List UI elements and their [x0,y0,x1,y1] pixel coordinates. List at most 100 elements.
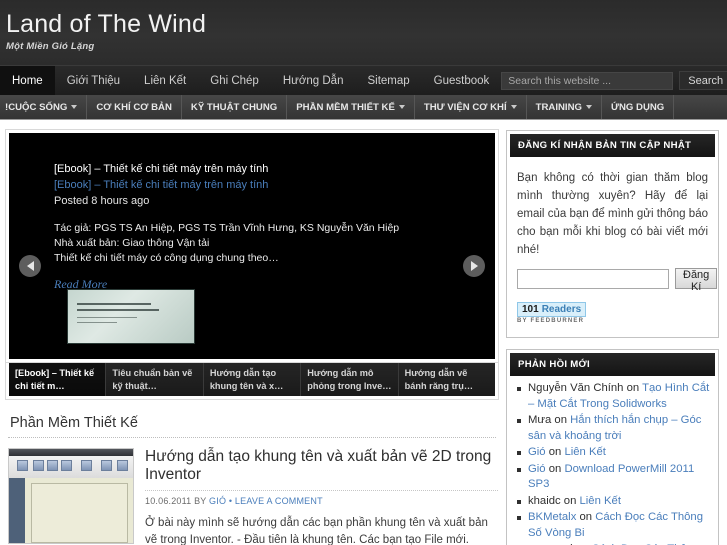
site-title[interactable]: Land of The Wind [6,9,727,39]
post-thumbnail[interactable] [8,448,134,544]
slide-title: [Ebook] – Thiết kế chi tiết máy trên máy… [54,163,269,175]
nav2-label-ky-thuat-chung: KỸ THUẬT CHUNG [190,101,278,113]
secondary-navigation: !CUỘC SỐNG CƠ KHÍ CƠ BẢN KỸ THUẬT CHUNG … [0,95,727,120]
widget-subscribe: ĐĂNG KÍ NHẬN BẢN TIN CẬP NHẬT Bạn không … [506,130,719,338]
post-title[interactable]: Hướng dẫn tạo khung tên và xuất bản vẽ 2… [145,448,498,484]
post-excerpt: Ở bài này mình sẽ hướng dẫn các bạn phần… [145,517,488,545]
nav2-item-co-khi-co-ban[interactable]: CƠ KHÍ CƠ BẢN [87,95,182,119]
subscribe-button[interactable]: Đăng Kí [675,268,718,293]
list-item: khaidc on Liên Kết [517,494,710,510]
slider-tab-1[interactable]: [Ebook] – Thiết kế chi tiết m… [9,362,107,396]
slider-tab-3[interactable]: Hướng dẫn tạo khung tên và x… [203,362,302,396]
comment-post-link[interactable]: Liên Kết [580,495,621,507]
sidebar: ĐĂNG KÍ NHẬN BẢN TIN CẬP NHẬT Bạn không … [506,130,719,545]
slider-prev-button[interactable] [19,255,41,277]
chevron-down-icon [510,105,517,109]
list-item: Nguyễn Văn Chính on Tạo Hình Cắt – Mặt C… [517,381,710,412]
slide-content: [Ebook] – Thiết kế chi tiết máy trên máy… [9,133,495,292]
post-item: Hướng dẫn tạo khung tên và xuất bản vẽ 2… [6,448,498,545]
post-comments-link[interactable]: LEAVE A COMMENT [235,496,323,506]
feedburner-count-box: 101 Readers [517,302,587,317]
comment-on-word: on [626,382,640,394]
chevron-down-icon [71,105,78,109]
comment-author: Nguyễn Văn Chính [528,382,624,394]
nav-item-lien-ket[interactable]: Liên Kết [132,66,198,95]
nav-item-guestbook[interactable]: Guestbook [422,66,502,95]
nav2-item-cuoc-song[interactable]: !CUỘC SỐNG [0,95,88,119]
nav-item-ghi-chep[interactable]: Ghi Chép [198,66,271,95]
subscribe-email-input[interactable] [517,268,669,289]
feedburner-badge[interactable]: 101 Readers BY FEEDBURNER [517,299,587,324]
comment-on-word: on [548,462,562,475]
slide-title-link[interactable]: [Ebook] – Thiết kế chi tiết máy trên máy… [54,177,495,193]
slider-tab-5[interactable]: Hướng dẫn vẽ bánh răng trụ… [398,362,496,396]
list-item: Gió on Download PowerMill 2011 SP3 [517,462,710,493]
comment-author: khaidc [528,494,561,507]
widget-subscribe-body: Bạn không có thời gian thăm blog mình th… [507,160,718,337]
comment-author[interactable]: Gió [528,446,546,458]
slider-next-button[interactable] [463,255,485,277]
post-author-link[interactable]: GIÓ [209,496,226,506]
slide-description-line: Thiết kế chi tiết máy có công dụng chung… [54,252,279,264]
nav2-label-ung-dung: ỨNG DỤNG [611,101,665,113]
comment-author[interactable]: Gió [528,463,546,475]
nav2-label-co-khi-co-ban: CƠ KHÍ CƠ BẢN [96,101,172,113]
page-wrapper: [Ebook] – Thiết kế chi tiết máy trên máy… [0,120,727,545]
widget-comments-title: PHẢN HỒI MỚI [510,353,715,376]
nav2-item-training[interactable]: TRAINING [527,95,602,119]
featured-slider: [Ebook] – Thiết kế chi tiết máy trên máy… [5,129,499,363]
chevron-left-icon [26,261,34,271]
comment-author: Mưa [528,414,552,426]
comment-author[interactable]: BKMetalx [528,511,576,523]
slider-tab-4[interactable]: Hướng dẫn mô phỏng trong Inve… [301,362,399,396]
feedburner-count: 101 [522,304,539,315]
nav2-item-thu-vien-co-khi[interactable]: THƯ VIỆN CƠ KHÍ [415,95,527,119]
slide-posted-time: Posted 8 hours ago [54,195,150,207]
slide-thumbnail-image[interactable] [67,289,195,344]
section-divider [8,437,496,438]
site-tagline: Một Miền Gió Lặng [6,41,95,52]
widget-subscribe-text: Bạn không có thời gian thăm blog mình th… [517,172,708,256]
search-input[interactable] [501,71,674,90]
site-header: Land of The Wind Một Miền Gió Lặng [0,0,727,65]
post-thumb-browser-pane [9,478,25,543]
subscribe-form: Đăng Kí [517,268,718,293]
post-by-label: BY [194,496,207,506]
nav-item-home[interactable]: Home [0,66,55,95]
post-thumb-drawing-sheet [31,483,128,543]
list-item: Gió on Liên Kết [517,445,710,461]
chevron-down-icon [398,105,405,109]
widget-subscribe-title: ĐĂNG KÍ NHẬN BẢN TIN CẬP NHẬT [510,134,715,157]
post-meta: 10.06.2011 BY GIÓ • LEAVE A COMMENT [145,496,498,506]
list-item: BKMetalx on Cách Đọc Các Thông Số Vòng B… [517,510,710,541]
comment-on-word: on [554,414,567,426]
nav2-label-cuoc-song: !CUỘC SỐNG [5,101,68,113]
slider-tab-2[interactable]: Tiêu chuẩn bản vẽ kỹ thuật… [106,362,204,396]
comment-on-word: on [563,494,577,507]
slider-tab-strip: [Ebook] – Thiết kế chi tiết m… Tiêu chuẩ… [5,361,499,400]
nav2-label-phan-mem-thiet-ke: PHẦN MỀM THIẾT KẾ [296,101,395,113]
comment-on-word: on [548,446,562,458]
nav2-label-training: TRAINING [535,101,582,113]
post-thumb-titlebar [9,449,133,456]
feedburner-attribution: BY FEEDBURNER [517,318,585,324]
search-button[interactable]: Search [679,71,727,90]
nav2-item-ung-dung[interactable]: ỨNG DỤNG [602,95,675,119]
widget-recent-comments: PHẢN HỒI MỚI Nguyễn Văn Chính on Tạo Hìn… [506,349,719,545]
nav2-item-phan-mem-thiet-ke[interactable]: PHẦN MỀM THIẾT KẾ [287,95,415,119]
section-title: Phần Mềm Thiết Kế [10,415,138,431]
post-title-divider [145,490,498,491]
nav-item-huong-dan[interactable]: Hướng Dẫn [271,66,356,95]
nav2-label-thu-vien-co-khi: THƯ VIỆN CƠ KHÍ [423,101,507,113]
slide-publisher-line: Nhà xuất bản: Giao thông Vận tải [54,237,210,249]
comment-post-link[interactable]: Liên Kết [564,446,605,458]
chevron-right-icon [470,261,478,271]
nav-item-gioi-thieu[interactable]: Giới Thiệu [55,66,132,95]
nav-item-sitemap[interactable]: Sitemap [355,66,421,95]
header-search-form: Search [501,66,727,95]
recent-comments-list: Nguyễn Văn Chính on Tạo Hình Cắt – Mặt C… [507,379,718,545]
list-item: Mưa on Hắn thích hắn chụp – Góc sân và k… [517,413,710,444]
nav2-item-ky-thuat-chung[interactable]: KỸ THUẬT CHUNG [182,95,288,119]
post-date: 10.06.2011 [145,496,192,506]
primary-navigation: Home Giới Thiệu Liên Kết Ghi Chép Hướng … [0,65,727,95]
